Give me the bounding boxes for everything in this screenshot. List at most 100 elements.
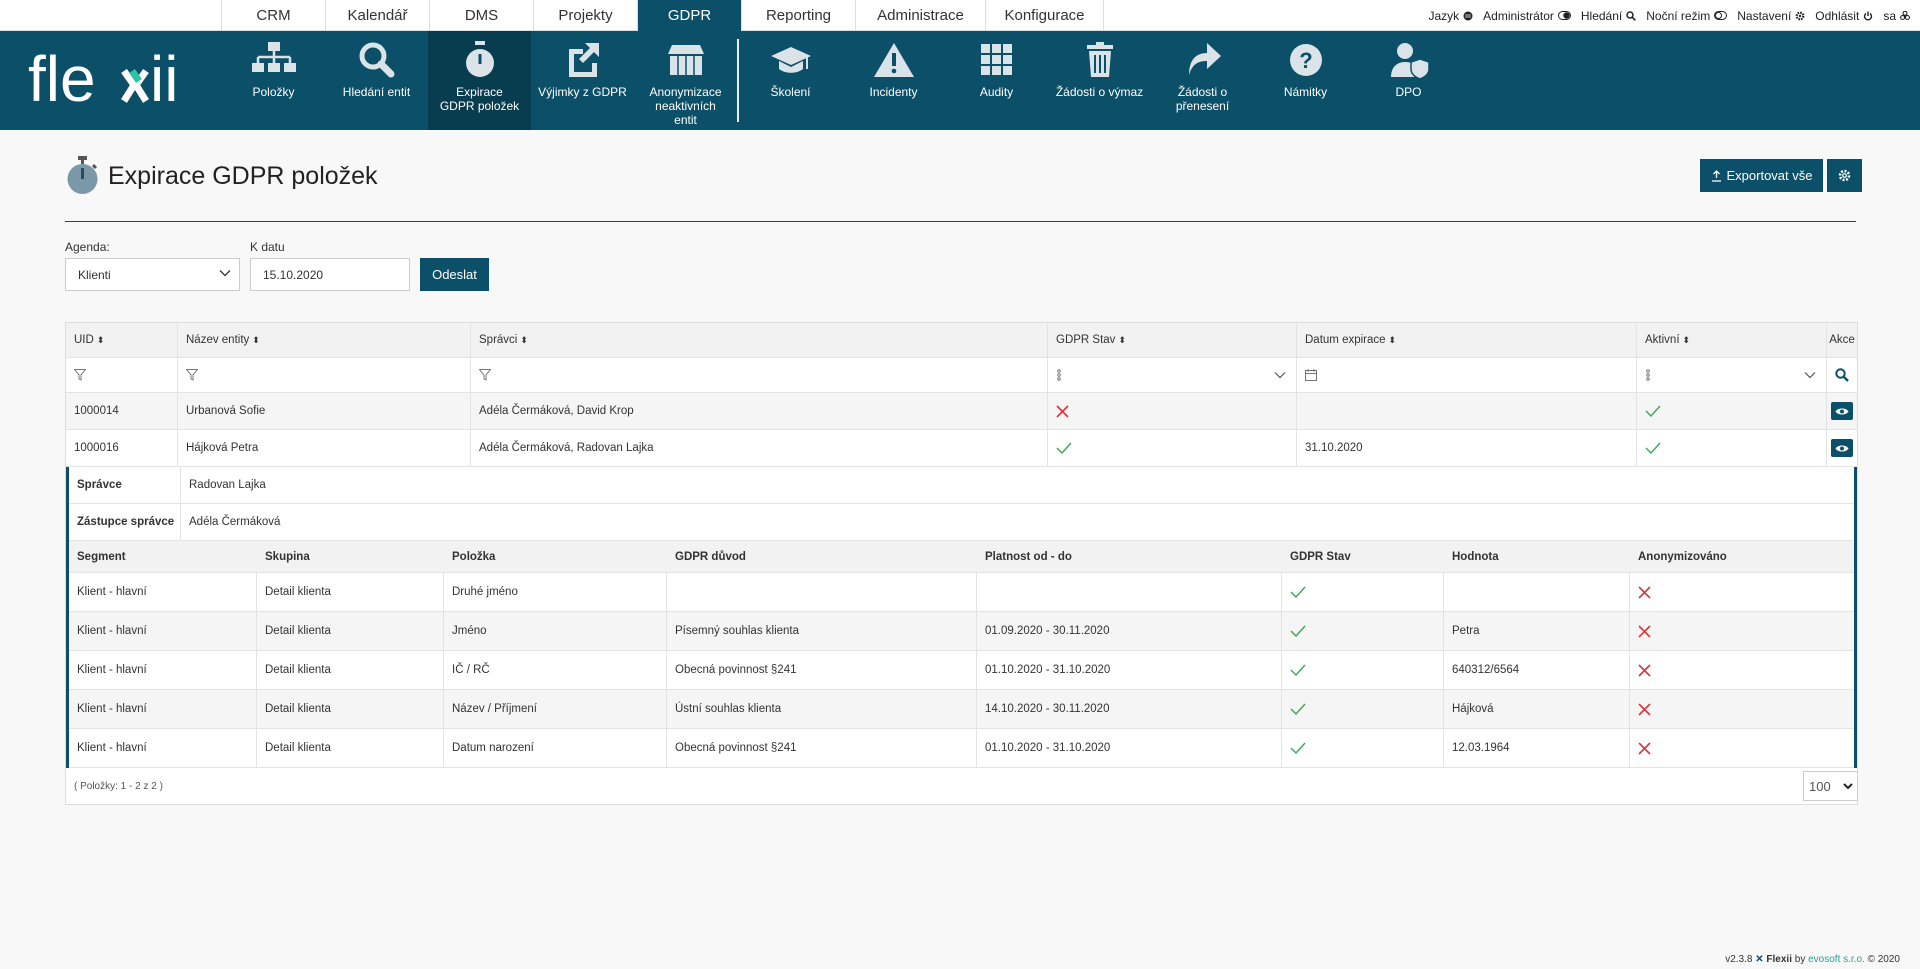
ribbon-dumpster-button[interactable]: Anonymizace neaktivních entit xyxy=(634,31,737,130)
detail-deputy-row: Zástupce správce Adéla Čermáková xyxy=(69,504,1854,541)
cell-actions xyxy=(1827,393,1857,429)
tab-konfigurace[interactable]: Konfigurace xyxy=(985,0,1104,31)
logout-button[interactable]: Odhlásit xyxy=(1815,9,1873,23)
ribbon-external-link-button[interactable]: Výjimky z GDPR xyxy=(531,31,634,130)
logout-label: Odhlásit xyxy=(1815,8,1860,23)
filter-cell-4[interactable] xyxy=(1297,358,1637,392)
product-name: Flexii xyxy=(1766,954,1792,965)
tab-projekty[interactable]: Projekty xyxy=(533,0,637,31)
night-mode-toggle[interactable]: Noční režim xyxy=(1646,9,1728,23)
cell-uid: 1000014 xyxy=(66,393,178,429)
filter-cell-6[interactable] xyxy=(1827,358,1857,392)
grid-settings-button[interactable] xyxy=(1827,159,1862,192)
cell-name-text: Urbanová Sofie xyxy=(186,405,266,417)
detail-row: Klient - hlavní Detail klienta Název / Pří… xyxy=(69,690,1854,729)
column-header-label: Akce xyxy=(1829,334,1855,346)
ribbon-graduation-cap-button[interactable]: Školení xyxy=(739,31,842,130)
column-header-1[interactable]: Název entity ⬍ xyxy=(178,323,471,357)
detail-cell-reason: Ústní souhlas klienta xyxy=(667,690,977,728)
column-header-4[interactable]: Datum expirace ⬍ xyxy=(1297,323,1637,357)
username-label: sa xyxy=(1883,8,1896,23)
cell-gdpr-state xyxy=(1048,430,1297,466)
search-icon xyxy=(1626,10,1637,21)
cell-name-text: Hájková Petra xyxy=(186,442,259,454)
submit-button[interactable]: Odeslat xyxy=(420,258,489,291)
detail-cell-segment-text: Klient - hlavní xyxy=(77,703,147,715)
gear-icon xyxy=(1838,169,1851,182)
detail-cell-state xyxy=(1282,690,1444,728)
detail-cell-anon xyxy=(1630,690,1854,728)
column-header-0[interactable]: UID ⬍ xyxy=(66,323,178,357)
language-menu[interactable]: Jazyk xyxy=(1428,9,1473,23)
tab-kalendar[interactable]: Kalendář xyxy=(325,0,429,31)
page-size-value: 100 xyxy=(1809,778,1831,794)
check-icon xyxy=(1290,625,1306,637)
options-icon xyxy=(1057,369,1061,381)
detail-view-button[interactable] xyxy=(1831,439,1853,457)
ribbon-question-button[interactable]: ? Námitky xyxy=(1254,31,1357,130)
page-size-select[interactable]: 100 xyxy=(1803,771,1858,801)
detail-cell-reason: Obecná povinnost §241 xyxy=(667,651,977,689)
date-input[interactable]: 15.10.2020 xyxy=(250,258,410,291)
detail-cell-group: Detail klienta xyxy=(257,651,444,689)
export-label: Exportovat vše xyxy=(1726,168,1813,183)
tab-dms[interactable]: DMS xyxy=(429,0,533,31)
table-row[interactable]: 1000016 Hájková Petra Adéla Čermáková, Rad… xyxy=(66,430,1857,467)
export-all-button[interactable]: Exportovat vše xyxy=(1700,159,1823,192)
tab-gdpr[interactable]: GDPR xyxy=(637,0,741,31)
agenda-select[interactable]: Klienti xyxy=(65,258,240,291)
question-icon: ? xyxy=(1289,44,1322,76)
ribbon-warning-button[interactable]: Incidenty xyxy=(842,31,945,130)
copyright: © 2020 xyxy=(1867,954,1900,965)
tab-label: Kalendář xyxy=(347,7,408,24)
detail-column-header-7: Anonymizováno xyxy=(1630,541,1854,572)
admin-value: Radovan Lajka xyxy=(189,479,266,491)
detail-cell-state xyxy=(1282,729,1444,767)
ribbon-user-shield-button[interactable]: DPO xyxy=(1357,31,1460,130)
detail-cell-item: IČ / RČ xyxy=(444,651,667,689)
cell-actions xyxy=(1827,430,1857,466)
tab-administrace[interactable]: Administrace xyxy=(855,0,985,31)
detail-cell-state xyxy=(1282,651,1444,689)
column-header-5[interactable]: Aktivní ⬍ xyxy=(1637,323,1827,357)
filter-cell-3[interactable] xyxy=(1048,358,1297,392)
filter-cell-1[interactable] xyxy=(178,358,471,392)
filter-cell-2[interactable] xyxy=(471,358,1048,392)
detail-cell-validity: 01.10.2020 - 31.10.2020 xyxy=(977,729,1282,767)
ribbon-grid-button[interactable]: Audity xyxy=(945,31,1048,130)
column-header-3[interactable]: GDPR Stav ⬍ xyxy=(1048,323,1297,357)
detail-cell-group: Detail klienta xyxy=(257,690,444,728)
filter-icon xyxy=(479,369,491,381)
detail-cell-validity: 01.10.2020 - 31.10.2020 xyxy=(977,651,1282,689)
ribbon-sitemap-button[interactable]: Položky xyxy=(222,31,325,130)
ribbon-share-button[interactable]: Žádosti o přenesení xyxy=(1151,31,1254,130)
detail-row: Klient - hlavní Detail klienta Druhé jméno xyxy=(69,573,1854,612)
ribbon-label: Výjimky z GDPR xyxy=(538,85,627,99)
table-row[interactable]: 1000014 Urbanová Sofie Adéla Čermáková, Da… xyxy=(66,393,1857,430)
cell-admins-text: Adéla Čermáková, Radovan Lajka xyxy=(479,442,654,454)
cell-uid: 1000016 xyxy=(66,430,178,466)
detail-cell-segment: Klient - hlavní xyxy=(69,651,257,689)
pagination-info: ( Položky: 1 - 2 z 2 ) xyxy=(74,780,163,792)
check-icon xyxy=(1645,442,1661,454)
settings-menu[interactable]: Nastavení xyxy=(1737,9,1805,23)
tab-reporting[interactable]: Reporting xyxy=(741,0,855,31)
search-menu[interactable]: Hledání xyxy=(1581,9,1637,23)
ribbon-stopwatch-button[interactable]: Expirace GDPR položek xyxy=(428,31,531,130)
column-header-2[interactable]: Správci ⬍ xyxy=(471,323,1048,357)
user-account[interactable]: sa xyxy=(1883,9,1910,23)
ribbon-trash-button[interactable]: Žádosti o výmaz xyxy=(1048,31,1151,130)
detail-column-label: GDPR důvod xyxy=(675,550,746,563)
detail-view-button[interactable] xyxy=(1831,402,1853,420)
user-menu[interactable]: Administrátor xyxy=(1483,9,1571,23)
detail-cell-validity-text: 01.09.2020 - 30.11.2020 xyxy=(985,625,1110,637)
ribbon-search-button[interactable]: Hledání entit xyxy=(325,31,428,130)
filter-cell-0[interactable] xyxy=(66,358,178,392)
tab-crm[interactable]: CRM xyxy=(221,0,325,31)
detail-cell-segment: Klient - hlavní xyxy=(69,612,257,650)
detail-cell-reason-text: Obecná povinnost §241 xyxy=(675,742,797,754)
detail-cell-segment: Klient - hlavní xyxy=(69,729,257,767)
header-divider xyxy=(65,221,1856,222)
filter-cell-5[interactable] xyxy=(1637,358,1827,392)
company-link[interactable]: evosoft s.r.o. xyxy=(1808,954,1865,965)
